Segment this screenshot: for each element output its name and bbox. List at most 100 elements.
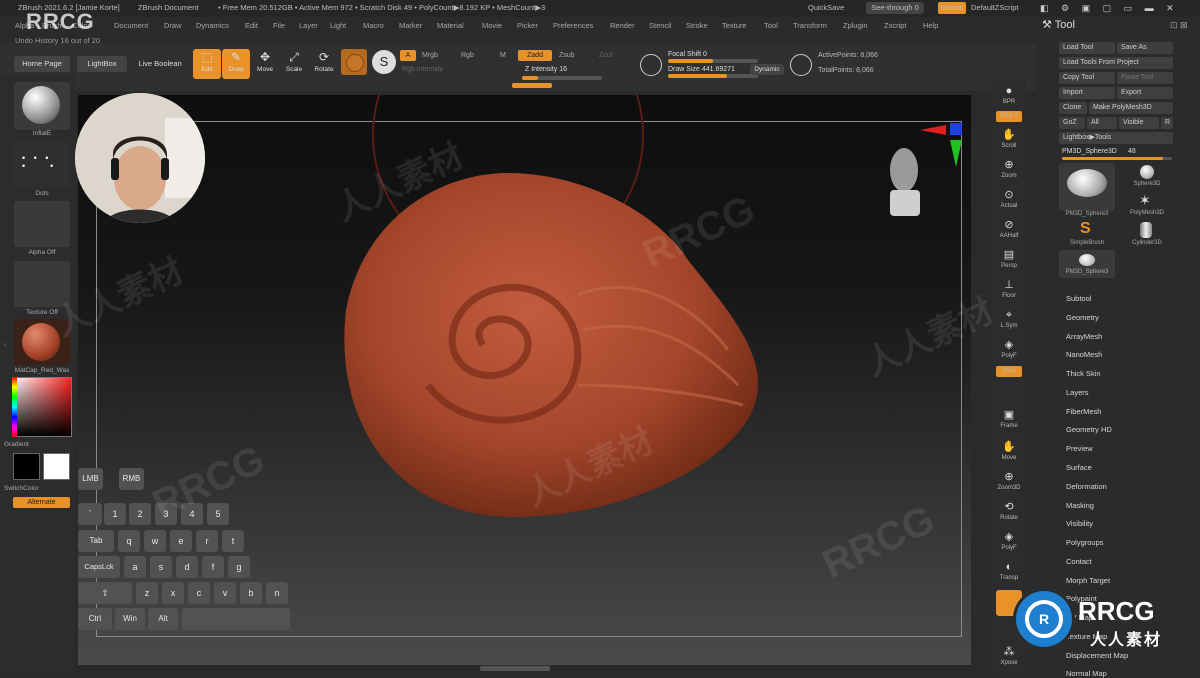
material-swatch[interactable]	[341, 49, 367, 75]
menu-material[interactable]: Material	[437, 21, 464, 30]
transp-button[interactable]: ◐ Transp	[996, 560, 1022, 581]
tool-thumb-pm3d-sphere-main[interactable]	[1059, 163, 1115, 211]
navigation-head-gizmo[interactable]	[890, 148, 920, 216]
menu-stencil[interactable]: Stencil	[649, 21, 672, 30]
menu-macro[interactable]: Macro	[363, 21, 384, 30]
move-button[interactable]: ✥ Move	[251, 49, 279, 79]
geometry-hd-section[interactable]: Geometry HD	[1066, 425, 1112, 434]
current-tool-slider[interactable]	[1062, 157, 1172, 160]
main-color-swatch[interactable]	[13, 453, 40, 480]
move-view-button[interactable]: ✋ Move	[996, 440, 1022, 461]
menu-zplugin[interactable]: Zplugin	[843, 21, 868, 30]
deformation-section[interactable]: Deformation	[1066, 482, 1107, 491]
zcut-button[interactable]: Zcut	[599, 52, 613, 59]
default-zscript-button[interactable]: DefaultZScript	[971, 3, 1019, 12]
bpr-button[interactable]: ● BPR	[996, 84, 1022, 105]
make-polymesh3d-button[interactable]: Make PolyMesh3D	[1089, 102, 1173, 114]
polymesh3d-star-icon[interactable]: ✶	[1139, 192, 1151, 209]
axis-gizmo[interactable]	[920, 123, 962, 167]
menu-document[interactable]: Document	[114, 21, 148, 30]
export-button[interactable]: Export	[1117, 87, 1173, 99]
dynamic-button[interactable]: Dynamic	[750, 64, 784, 75]
see-through-slider[interactable]: See-through 0	[866, 2, 924, 14]
rgb-intensity-slider[interactable]: Rgb Intensity	[402, 66, 443, 73]
surface-section[interactable]: Surface	[1066, 463, 1092, 472]
menu-render[interactable]: Render	[610, 21, 635, 30]
copy-tool-button[interactable]: Copy Tool	[1059, 72, 1115, 84]
zoom3d-button[interactable]: ⊕ Zoom3D	[996, 470, 1022, 491]
menu-movie[interactable]: Movie	[482, 21, 502, 30]
menu-transform[interactable]: Transform	[793, 21, 827, 30]
menu-texture[interactable]: Texture	[722, 21, 747, 30]
zsub-button[interactable]: Zsub	[559, 52, 575, 59]
contact-section[interactable]: Contact	[1066, 557, 1092, 566]
rgb-button[interactable]: Rgb	[461, 52, 474, 59]
window-controls-icons[interactable]: ◧ ⚙ ▣ ▢ ▭ ▬ ✕	[1040, 3, 1179, 14]
xyz-button[interactable]: Qxyz	[996, 366, 1022, 377]
menu-preferences[interactable]: Preferences	[553, 21, 593, 30]
menu-draw[interactable]: Draw	[164, 21, 182, 30]
actual-button[interactable]: ⊙ Actual	[996, 188, 1022, 209]
menu-layer[interactable]: Layer	[299, 21, 318, 30]
color-picker[interactable]	[12, 377, 72, 437]
menu-stroke[interactable]: Stroke	[686, 21, 708, 30]
menu-help[interactable]: Help	[923, 21, 938, 30]
brush-thumbnail[interactable]	[14, 82, 70, 130]
visibility-section[interactable]: Visibility	[1066, 519, 1093, 528]
floor-button[interactable]: ⊥ Floor	[996, 278, 1022, 299]
alternate-button[interactable]: Alternate	[13, 497, 70, 508]
goz-visible-button[interactable]: Visible	[1119, 117, 1159, 129]
menu-tool[interactable]: Tool	[764, 21, 778, 30]
brush-size-indicator[interactable]	[512, 83, 552, 88]
cylinder3d-icon[interactable]	[1140, 222, 1152, 238]
import-button[interactable]: Import	[1059, 87, 1115, 99]
nanomesh-section[interactable]: NanoMesh	[1066, 350, 1102, 359]
focal-shift-slider[interactable]: Focal Shift 0	[668, 51, 707, 58]
xpose-button[interactable]: ⁂ Xpose	[996, 645, 1022, 666]
live-boolean-button[interactable]: Live Boolean	[133, 56, 187, 72]
menu-edit[interactable]: Edit	[245, 21, 258, 30]
switch-color-button[interactable]: SwitchColor	[4, 485, 60, 492]
normal-map-section[interactable]: Normal Map	[1066, 669, 1107, 678]
lightbox-button[interactable]: LightBox	[77, 56, 127, 72]
palette-options-icon[interactable]: ⊡ ⊠	[1170, 20, 1188, 31]
current-tool-name[interactable]: PM3D_Sphere3D	[1062, 148, 1117, 155]
frame-button[interactable]: ▣ Frame	[996, 408, 1022, 429]
focal-shift-track[interactable]	[668, 59, 758, 63]
mrgb-button[interactable]: Mrgb	[422, 52, 438, 59]
aahalf-button[interactable]: ⊘ AAHalf	[996, 218, 1022, 239]
fibermesh-section[interactable]: FiberMesh	[1066, 407, 1101, 416]
bottom-tray-handle[interactable]	[480, 666, 550, 671]
paste-tool-button[interactable]: Paste Tool	[1117, 72, 1173, 84]
goz-button[interactable]: GoZ	[1059, 117, 1085, 129]
subtool-section[interactable]: Subtool	[1066, 294, 1091, 303]
tool-palette-header[interactable]: ⚒ Tool	[1042, 18, 1075, 31]
thick-skin-section[interactable]: Thick Skin	[1066, 369, 1101, 378]
geometry-section[interactable]: Geometry	[1066, 313, 1099, 322]
scale-button[interactable]: ⤢ Scale	[280, 49, 308, 79]
morph-target-section[interactable]: Morph Target	[1066, 576, 1110, 585]
draw-button[interactable]: ✎ Draw	[222, 49, 250, 79]
zoom-button[interactable]: ⊕ Zoom	[996, 158, 1022, 179]
menu-light[interactable]: Light	[330, 21, 346, 30]
menu-zscript[interactable]: Zscript	[884, 21, 907, 30]
sphere3d-icon[interactable]	[1140, 165, 1154, 179]
home-page-button[interactable]: Home Page	[14, 56, 70, 72]
masking-section[interactable]: Masking	[1066, 501, 1094, 510]
goz-all-button[interactable]: All	[1087, 117, 1117, 129]
edit-button[interactable]: ⬚ Edit	[193, 49, 221, 79]
menu-dynamics[interactable]: Dynamics	[196, 21, 229, 30]
lsym-button[interactable]: ⌖ L.Sym	[996, 308, 1022, 329]
m-button[interactable]: M	[500, 52, 506, 59]
quicksave-button[interactable]: QuickSave	[808, 3, 844, 12]
zadd-button[interactable]: Zadd	[518, 50, 552, 61]
polyf-button[interactable]: ◈ PolyF	[996, 338, 1022, 359]
rotate-button[interactable]: ⟳ Rotate	[310, 49, 338, 79]
load-tool-button[interactable]: Load Tool	[1059, 42, 1115, 54]
menu-picker[interactable]: Picker	[517, 21, 538, 30]
menu-file[interactable]: File	[273, 21, 285, 30]
load-tools-from-project-button[interactable]: Load Tools From Project	[1059, 57, 1173, 69]
lightbox-tools-button[interactable]: Lightbox▶Tools	[1059, 132, 1173, 144]
polyf2-button[interactable]: ◈ PolyF	[996, 530, 1022, 551]
preview-section[interactable]: Preview	[1066, 444, 1093, 453]
